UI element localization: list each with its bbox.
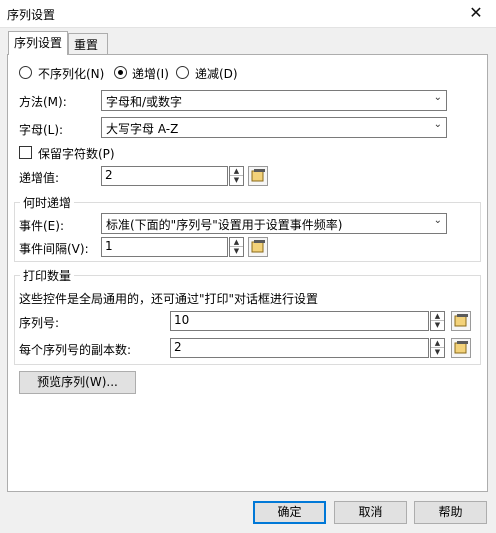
- increment-field-picker[interactable]: [248, 166, 268, 186]
- radio-increment-label[interactable]: 递增(I): [132, 65, 169, 82]
- spin-down-icon[interactable]: ▼: [431, 348, 444, 357]
- radio-no-serialize-label[interactable]: 不序列化(N): [38, 65, 104, 82]
- insert-field-icon: [251, 169, 265, 182]
- spin-up-icon[interactable]: ▲: [230, 238, 243, 247]
- print-qty-note: 这些控件是全局通用的，还可通过"打印"对话框进行设置: [19, 292, 319, 306]
- spin-up-icon[interactable]: ▲: [431, 312, 444, 321]
- window-title: 序列设置: [7, 8, 56, 22]
- when-group-label: 何时递增: [20, 194, 75, 211]
- event-value: 标准(下面的"序列号"设置用于设置事件频率): [106, 218, 343, 232]
- chevron-down-icon: ⌄: [433, 92, 442, 103]
- spin-down-icon[interactable]: ▼: [230, 247, 243, 256]
- insert-field-icon: [251, 240, 265, 253]
- spin-down-icon[interactable]: ▼: [431, 321, 444, 330]
- letters-select[interactable]: 大写字母 A-Z ⌄: [101, 117, 447, 138]
- radio-increment[interactable]: [114, 66, 127, 79]
- cancel-button[interactable]: 取消: [334, 501, 407, 524]
- serial-field-picker[interactable]: [451, 311, 471, 331]
- copies-label: 每个序列号的副本数:: [19, 343, 132, 357]
- serial-input[interactable]: 10: [170, 311, 429, 331]
- copies-spinner[interactable]: ▲ ▼: [430, 338, 445, 358]
- print-qty-group-label: 打印数量: [20, 267, 75, 284]
- insert-field-icon: [454, 341, 468, 354]
- tab-serial-settings[interactable]: 序列设置: [8, 31, 68, 55]
- help-button[interactable]: 帮助: [414, 501, 487, 524]
- close-icon[interactable]: ✕: [464, 2, 488, 24]
- letters-label: 字母(L):: [19, 123, 64, 137]
- interval-input[interactable]: 1: [101, 237, 228, 257]
- method-label: 方法(M):: [19, 95, 67, 109]
- radio-no-serialize[interactable]: [19, 66, 32, 79]
- method-select[interactable]: 字母和/或数字 ⌄: [101, 90, 447, 111]
- letters-value: 大写字母 A-Z: [106, 122, 179, 136]
- tab-reset[interactable]: 重置: [68, 33, 108, 54]
- interval-label: 事件间隔(V):: [19, 242, 89, 256]
- chevron-down-icon: ⌄: [433, 119, 442, 130]
- radio-decrement-label[interactable]: 递减(D): [195, 65, 238, 82]
- event-select[interactable]: 标准(下面的"序列号"设置用于设置事件频率) ⌄: [101, 213, 447, 234]
- serial-label: 序列号:: [19, 316, 60, 330]
- event-label: 事件(E):: [19, 219, 64, 233]
- interval-spinner[interactable]: ▲ ▼: [229, 237, 244, 257]
- insert-field-icon: [454, 314, 468, 327]
- interval-field-picker[interactable]: [248, 237, 268, 257]
- radio-decrement[interactable]: [176, 66, 189, 79]
- spin-down-icon[interactable]: ▼: [230, 176, 243, 185]
- spin-up-icon[interactable]: ▲: [431, 339, 444, 348]
- increment-input[interactable]: 2: [101, 166, 228, 186]
- keep-chars-checkbox[interactable]: [19, 146, 32, 159]
- title-bar: 序列设置 ✕: [0, 0, 496, 28]
- preview-sequence-button[interactable]: 预览序列(W)...: [19, 371, 136, 394]
- ok-button[interactable]: 确定: [253, 501, 326, 524]
- chevron-down-icon: ⌄: [433, 215, 442, 226]
- method-value: 字母和/或数字: [106, 95, 183, 109]
- increment-label: 递增值:: [19, 171, 60, 185]
- spin-up-icon[interactable]: ▲: [230, 167, 243, 176]
- increment-spinner[interactable]: ▲ ▼: [229, 166, 244, 186]
- copies-field-picker[interactable]: [451, 338, 471, 358]
- copies-input[interactable]: 2: [170, 338, 429, 358]
- keep-chars-label[interactable]: 保留字符数(P): [38, 145, 115, 162]
- tab-panel: 不序列化(N) 递增(I) 递减(D) 方法(M): 字母和/或数字 ⌄ 字母(…: [7, 54, 488, 492]
- serial-spinner[interactable]: ▲ ▼: [430, 311, 445, 331]
